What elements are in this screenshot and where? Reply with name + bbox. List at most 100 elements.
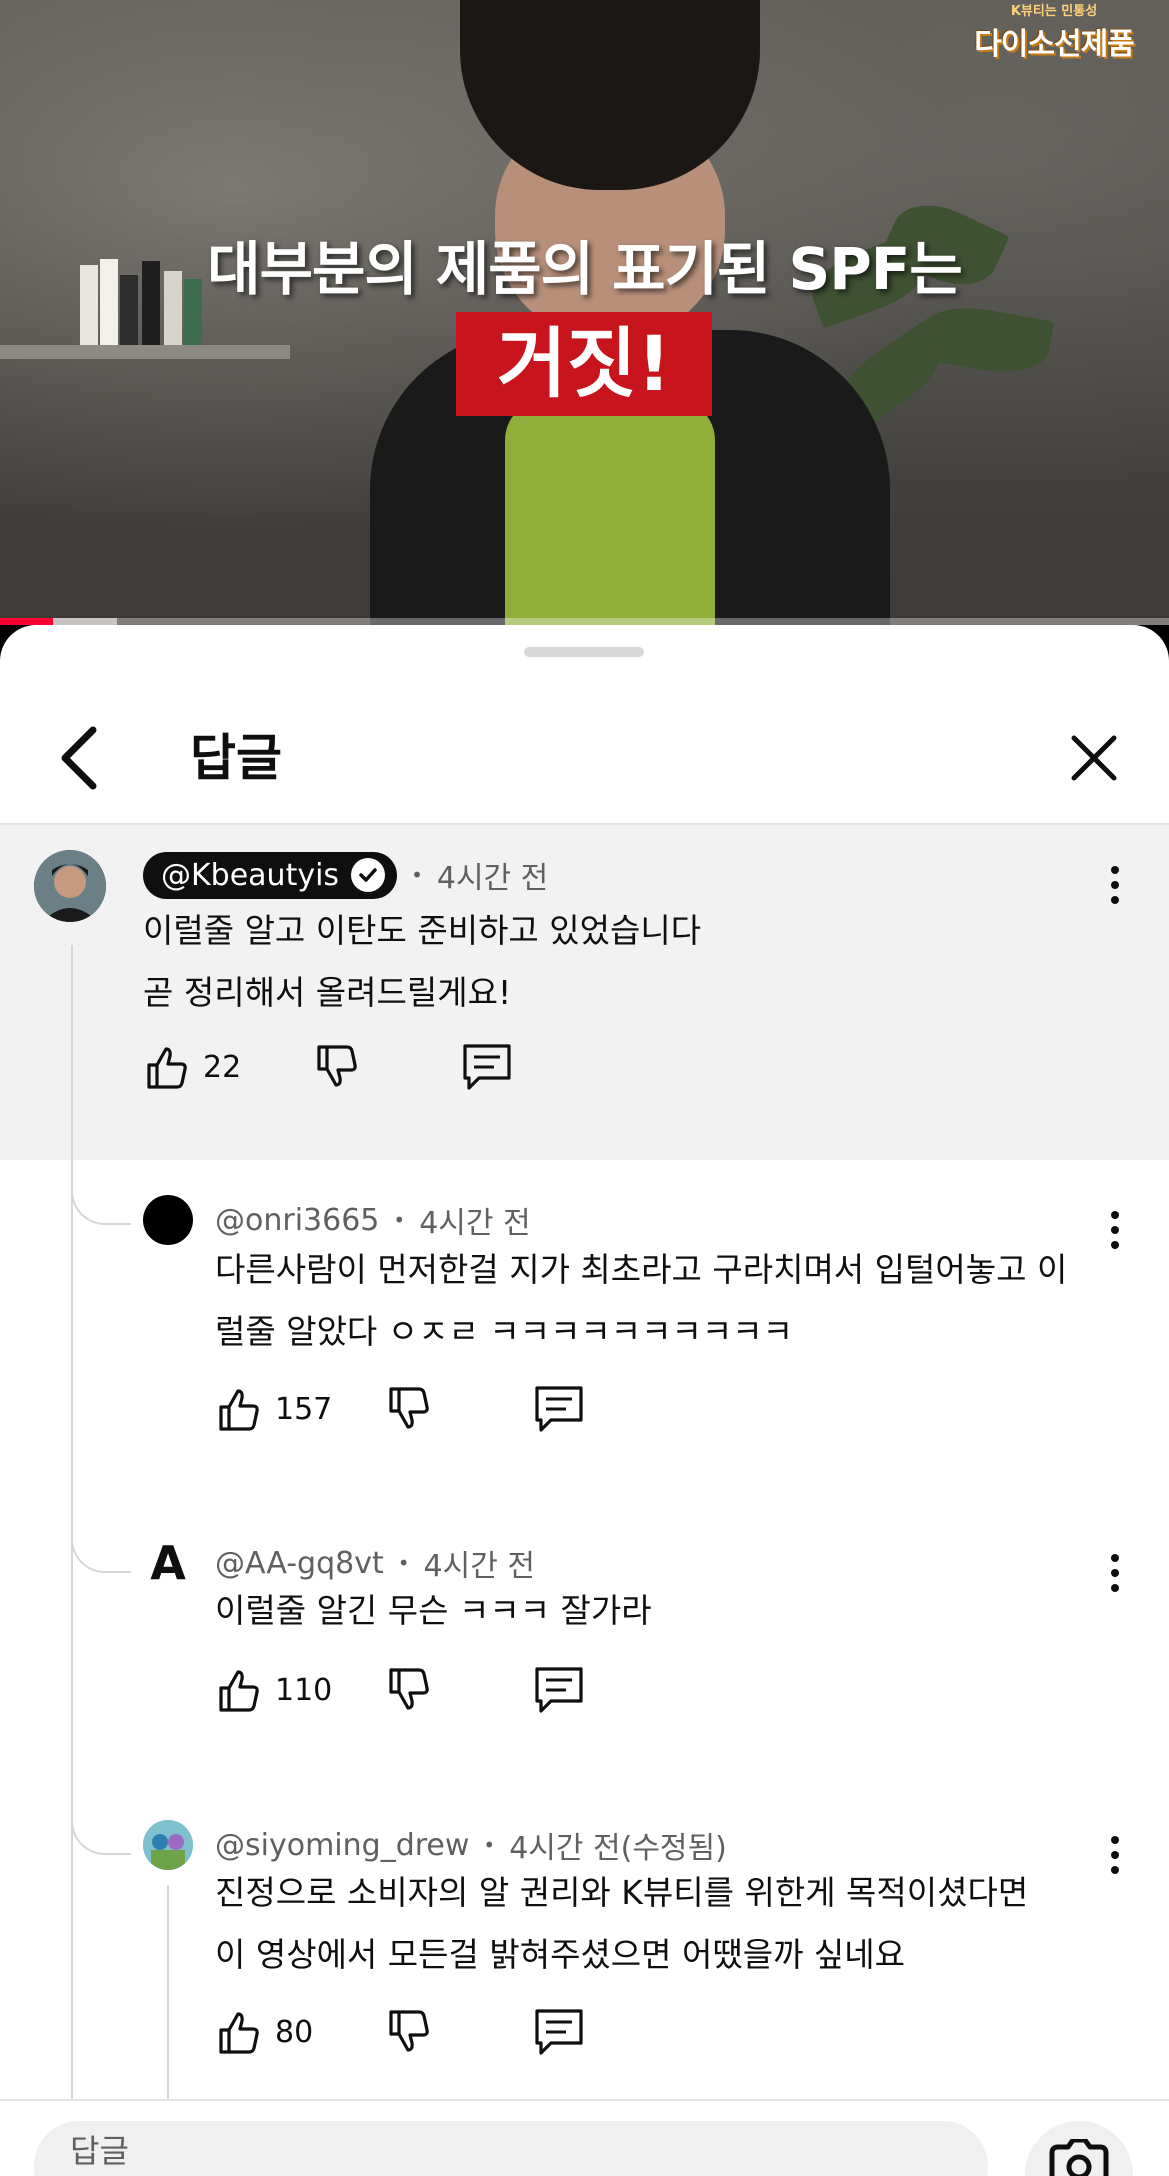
like-button[interactable]: 110 [215, 1660, 385, 1720]
dislike-icon [317, 1045, 357, 1087]
reply-icon [463, 1044, 511, 1090]
avatar[interactable]: A [143, 1538, 193, 1588]
comment-line: 다른사람이 먼저한걸 지가 최초라고 구라치며서 입털어놓고 이 [215, 1250, 1068, 1289]
reply-icon [535, 1667, 583, 1713]
close-button[interactable] [1059, 723, 1129, 793]
like-button[interactable]: 22 [143, 1037, 313, 1097]
like-icon [219, 1389, 259, 1431]
avatar-image [34, 850, 106, 922]
like-icon [219, 1670, 259, 1712]
thread-connector [71, 1145, 131, 1225]
reply-button[interactable] [533, 2002, 585, 2062]
comment-actions: 110 [215, 1660, 585, 1720]
comment-line: 진정으로 소비자의 알 권리와 K뷰티를 위한게 목적이셨다면 [215, 1873, 1029, 1912]
comment-time: 4시간 전(수정됨) [509, 1831, 727, 1866]
video-shelf [0, 345, 290, 359]
comment-actions: 80 [215, 2002, 585, 2062]
reply-input-wrapper[interactable] [34, 2121, 988, 2176]
nested-thread-line [167, 1885, 169, 2105]
more-vert-icon [1111, 1836, 1119, 1844]
more-vert-icon [1111, 1554, 1119, 1562]
video-caption-line1: 대부분의 제품의 표기된 SPF는 [207, 235, 962, 303]
avatar[interactable] [143, 1195, 193, 1245]
reply-button[interactable] [533, 1660, 585, 1720]
comment-line: 곧 정리해서 올려드릴게요! [143, 973, 512, 1012]
back-button[interactable] [44, 723, 114, 793]
comment-actions: 22 [143, 1037, 513, 1097]
video-progress-fill [0, 618, 53, 625]
avatar[interactable] [143, 1820, 193, 1870]
reply-icon [535, 2009, 583, 2055]
reply-input[interactable] [34, 2121, 988, 2176]
comment-time: 4시간 전 [436, 861, 549, 896]
video-buffer-fill [52, 618, 117, 625]
author-handle-pill[interactable]: @Kbeautyis [143, 851, 398, 899]
like-count: 157 [275, 1391, 333, 1427]
separator-dot: • [411, 863, 423, 887]
back-arrow-icon [61, 726, 97, 790]
author-handle[interactable]: @AA-gq8vt [215, 1546, 384, 1581]
dislike-icon [389, 1668, 429, 1710]
like-count: 80 [275, 2014, 314, 2050]
replies-sheet: 답글 @Kbeautyis • 4시간 전 이럴줄 알고 이탄도 준비하고 있었… [0, 625, 1169, 2176]
separator-dot: • [397, 1551, 410, 1575]
comment-text: 이럴줄 알고 이탄도 준비하고 있었습니다 곧 정리해서 올려드릴게요! [143, 900, 701, 1024]
thread-connector [71, 1770, 131, 1855]
more-options-button[interactable] [1105, 1830, 1125, 1880]
author-handle[interactable]: @siyoming_drew [215, 1828, 469, 1863]
more-options-button[interactable] [1105, 860, 1125, 910]
comment-line: 이럴줄 알긴 무슨 ㅋㅋㅋ 잘가라 [215, 1591, 652, 1630]
like-count: 110 [275, 1672, 333, 1708]
more-options-button[interactable] [1105, 1548, 1125, 1598]
camera-button[interactable] [1025, 2121, 1133, 2176]
video-caption-line2: 거짓! [456, 312, 712, 416]
video-player[interactable]: K뷰티는 민통성 다이소선제품 대부분의 제품의 표기된 SPF는 거짓! [0, 0, 1169, 625]
camera-icon [1049, 2139, 1109, 2176]
drag-handle[interactable] [524, 647, 644, 657]
avatar-letter: A [150, 1538, 186, 1588]
like-icon [219, 2012, 259, 2054]
dislike-button[interactable] [385, 2002, 533, 2062]
like-button[interactable]: 157 [215, 1379, 385, 1439]
sheet-header: 답글 [0, 685, 1169, 825]
dislike-icon [389, 2010, 429, 2052]
comment-meta: @onri3665 • 4시간 전 [215, 1195, 531, 1245]
logo-tag: K뷰티는 민통성 [1010, 4, 1098, 19]
reply-button[interactable] [533, 1379, 585, 1439]
comment-line: 럴줄 알았다 ㅇㅈㄹ ㅋㅋㅋㅋㅋㅋㅋㅋㅋㅋ [215, 1312, 793, 1351]
dislike-icon [389, 1387, 429, 1429]
comment-meta: @Kbeautyis • 4시간 전 [143, 850, 548, 900]
verified-check-icon [351, 858, 386, 892]
comment-text: 진정으로 소비자의 알 권리와 K뷰티를 위한게 목적이셨다면 이 영상에서 모… [215, 1862, 1028, 1986]
comment-line: 이럴줄 알고 이탄도 준비하고 있었습니다 [143, 911, 702, 950]
avatar-image [143, 1820, 193, 1870]
like-button[interactable]: 80 [215, 2002, 385, 2062]
comment-text: 이럴줄 알긴 무슨 ㅋㅋㅋ 잘가라 [215, 1580, 652, 1642]
like-count: 22 [203, 1049, 242, 1085]
author-handle[interactable]: @onri3665 [215, 1203, 379, 1238]
reply-icon [535, 1386, 583, 1432]
close-icon [1071, 735, 1117, 781]
more-vert-icon [1111, 866, 1119, 874]
video-progress-bar[interactable] [0, 618, 1169, 625]
reply-thread: @Kbeautyis • 4시간 전 이럴줄 알고 이탄도 준비하고 있었습니다… [0, 825, 1169, 2105]
separator-dot: • [483, 1833, 496, 1857]
dislike-button[interactable] [385, 1660, 533, 1720]
dislike-button[interactable] [313, 1037, 461, 1097]
thread-connector [71, 1485, 131, 1573]
avatar[interactable] [34, 850, 106, 922]
comment-line: 이 영상에서 모든걸 밝혀주셨으면 어땠을까 싶네요 [215, 1935, 906, 1974]
comment-time: 4시간 전 [423, 1549, 535, 1584]
more-options-button[interactable] [1105, 1205, 1125, 1255]
like-icon [147, 1047, 187, 1089]
comment-time: 4시간 전 [419, 1206, 531, 1241]
author-handle: @Kbeautyis [161, 857, 340, 893]
more-vert-icon [1111, 1211, 1119, 1219]
dislike-button[interactable] [385, 1379, 533, 1439]
logo-name: 다이소선제품 [974, 27, 1135, 62]
channel-logo-overlay: K뷰티는 민통성 다이소선제품 [959, 0, 1149, 66]
separator-dot: • [393, 1208, 406, 1232]
reply-input-bar [0, 2099, 1169, 2176]
reply-button[interactable] [461, 1037, 513, 1097]
comment-actions: 157 [215, 1379, 585, 1439]
